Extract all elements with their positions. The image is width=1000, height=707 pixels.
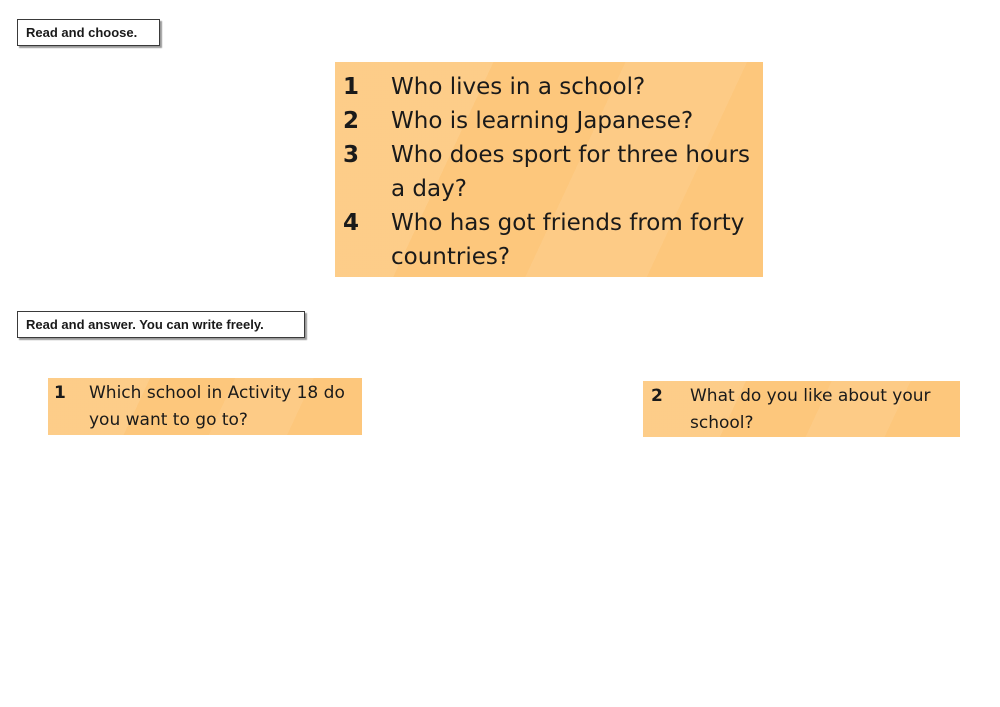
- question-number: 3: [343, 142, 360, 168]
- question-text: Who lives in a school?: [391, 74, 646, 100]
- question-item-1: 1 Which school in Activity 18 do you wan…: [54, 380, 356, 434]
- instruction-read-and-choose: Read and choose.: [17, 19, 160, 46]
- question-item-4: 4 Who has got friends from forty countri…: [343, 206, 755, 274]
- question-item-2: 2 What do you like about your school?: [651, 383, 954, 437]
- question-number: 1: [343, 74, 360, 100]
- question-number: 2: [343, 108, 360, 134]
- question-text: Which school in Activity 18 do you want …: [89, 383, 345, 430]
- question-number: 2: [651, 386, 663, 406]
- question-number: 4: [343, 210, 360, 236]
- question-number: 1: [54, 383, 66, 403]
- question-item-3: 3 Who does sport for three hours a day?: [343, 138, 755, 206]
- question-item-1: 1 Who lives in a school?: [343, 70, 755, 104]
- question-card-main: 1 Who lives in a school? 2 Who is learni…: [335, 62, 763, 277]
- question-text: Who does sport for three hours a day?: [391, 142, 751, 202]
- instruction-read-and-answer: Read and answer. You can write freely.: [17, 311, 305, 338]
- question-card-school-choice: 1 Which school in Activity 18 do you wan…: [48, 378, 362, 435]
- question-text: Who is learning Japanese?: [391, 108, 694, 134]
- question-card-your-school: 2 What do you like about your school?: [643, 381, 960, 437]
- question-text: Who has got friends from forty countries…: [391, 210, 745, 270]
- question-text: What do you like about your school?: [690, 386, 931, 433]
- question-item-2: 2 Who is learning Japanese?: [343, 104, 755, 138]
